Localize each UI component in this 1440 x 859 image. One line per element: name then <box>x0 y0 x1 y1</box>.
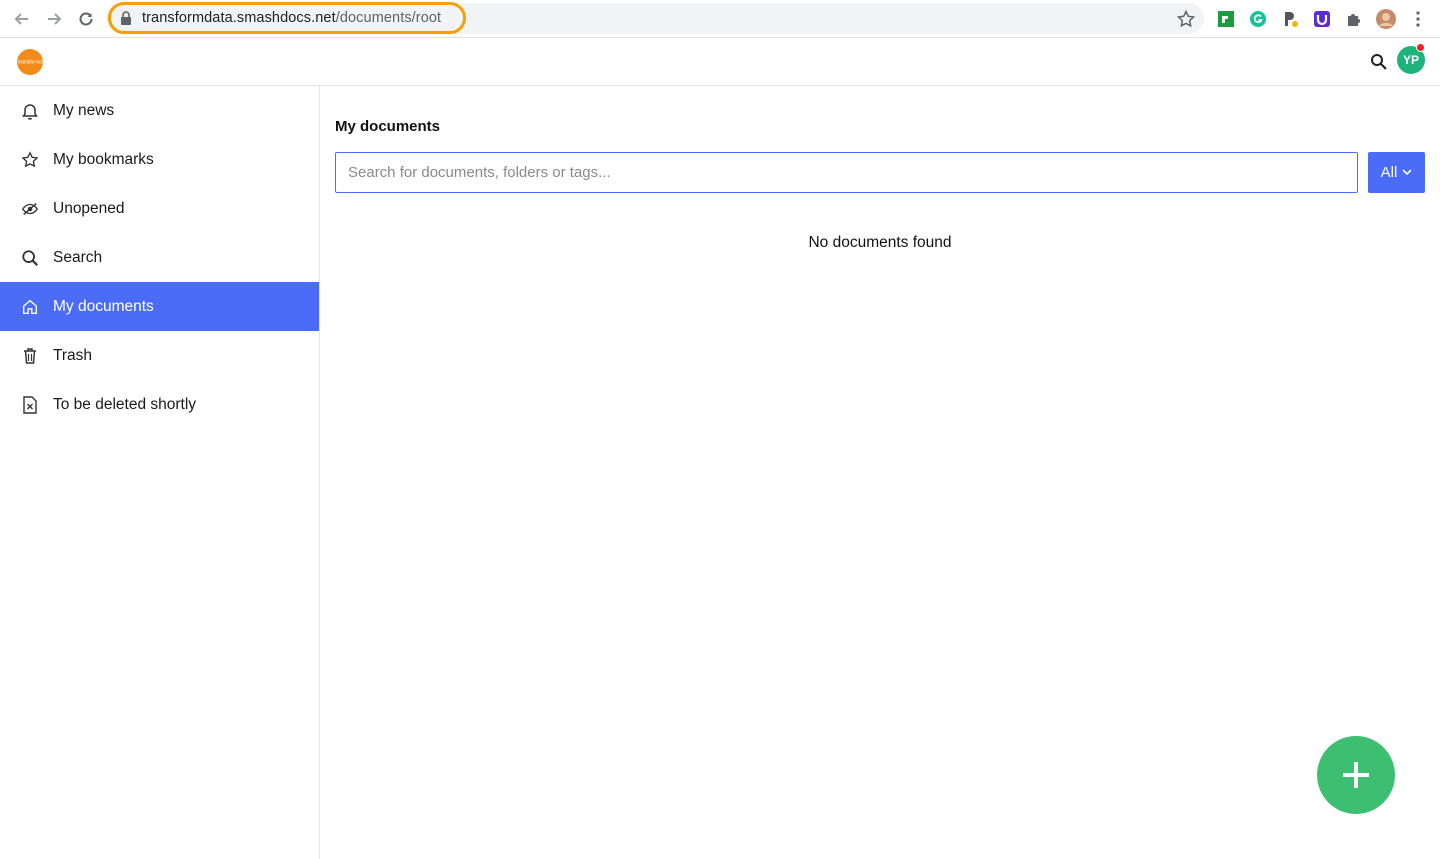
filter-label: All <box>1380 164 1398 181</box>
sidebar: My news My bookmarks Unopened Search My … <box>0 86 320 859</box>
sidebar-item-label: My documents <box>53 297 154 315</box>
sidebar-item-my-bookmarks[interactable]: My bookmarks <box>0 135 319 184</box>
notification-dot <box>1416 43 1425 52</box>
logo[interactable]: transformdata <box>16 48 56 76</box>
empty-state-message: No documents found <box>808 234 952 251</box>
trash-icon <box>20 346 40 366</box>
url-text[interactable]: transformdata.smashdocs.net/documents/ro… <box>142 10 441 26</box>
back-arrow-icon[interactable] <box>10 7 34 31</box>
logo-text: transformdata <box>18 60 49 66</box>
sidebar-item-label: To be deleted shortly <box>53 395 197 413</box>
sidebar-item-label: My bookmarks <box>53 150 154 168</box>
url-path: /documents/root <box>335 10 442 26</box>
search-input[interactable] <box>335 152 1358 193</box>
forward-arrow-icon[interactable] <box>42 7 66 31</box>
sidebar-item-label: Trash <box>53 346 93 364</box>
bell-icon <box>20 101 40 121</box>
extension-u-icon[interactable] <box>1312 9 1332 29</box>
sidebar-item-label: My news <box>53 101 115 119</box>
lock-icon <box>121 11 131 25</box>
extension-p-icon[interactable] <box>1280 9 1300 29</box>
file-x-icon <box>20 395 40 415</box>
add-document-button[interactable] <box>1317 736 1395 814</box>
chevron-down-icon <box>1402 169 1412 176</box>
sidebar-item-my-news[interactable]: My news <box>0 86 319 135</box>
page-title: My documents <box>335 118 441 135</box>
puzzle-icon[interactable] <box>1344 9 1364 29</box>
app-header: transformdata YP <box>0 38 1440 86</box>
sidebar-item-trash[interactable]: Trash <box>0 331 319 380</box>
url-host: transformdata.smashdocs.net <box>142 10 336 26</box>
profile-avatar-icon[interactable] <box>1376 9 1396 29</box>
browser-toolbar: transformdata.smashdocs.net/documents/ro… <box>0 0 1440 38</box>
search-icon <box>20 248 40 268</box>
home-icon <box>20 297 40 317</box>
plus-icon <box>1343 762 1369 788</box>
bookmark-star-icon[interactable] <box>1176 9 1196 29</box>
filter-dropdown-button[interactable]: All <box>1368 152 1425 193</box>
sidebar-item-search[interactable]: Search <box>0 233 319 282</box>
menu-dots-icon[interactable] <box>1408 9 1428 29</box>
main-content: My documents All No documents found <box>320 86 1440 859</box>
grammarly-icon[interactable] <box>1248 9 1268 29</box>
star-icon <box>20 150 40 170</box>
reload-icon[interactable] <box>74 7 98 31</box>
sidebar-item-unopened[interactable]: Unopened <box>0 184 319 233</box>
sidebar-item-label: Search <box>53 248 103 266</box>
sidebar-item-label: Unopened <box>53 199 125 217</box>
green-extension-icon[interactable] <box>1216 9 1236 29</box>
sidebar-item-my-documents[interactable]: My documents <box>0 282 319 331</box>
sidebar-item-to-be-deleted[interactable]: To be deleted shortly <box>0 380 319 429</box>
header-search-icon[interactable] <box>1369 52 1389 72</box>
eye-slash-icon <box>20 199 40 219</box>
